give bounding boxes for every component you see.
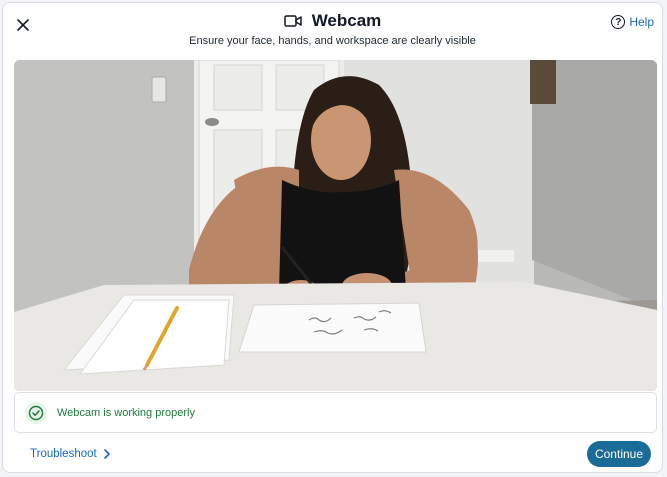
page-subtitle: Ensure your face, hands, and workspace a… [189, 35, 476, 47]
help-button[interactable]: ? Help [611, 15, 654, 29]
check-circle-icon [25, 401, 47, 424]
dialog-header: Webcam [3, 11, 662, 31]
troubleshoot-link[interactable]: Troubleshoot [30, 448, 111, 460]
webcam-feed-image [14, 60, 657, 391]
video-camera-icon [283, 15, 302, 27]
webcam-status-bar: Webcam is working properly [14, 392, 657, 433]
help-label: Help [629, 15, 654, 29]
continue-button[interactable]: Continue [587, 441, 651, 467]
dialog-footer: Troubleshoot Continue [14, 434, 657, 472]
webcam-preview [14, 60, 657, 391]
page-title: Webcam [311, 11, 382, 30]
status-message: Webcam is working properly [57, 406, 195, 419]
chevron-right-icon [103, 449, 110, 459]
troubleshoot-label: Troubleshoot [30, 448, 97, 460]
help-circle-icon: ? [611, 15, 626, 29]
webcam-check-dialog: Webcam Ensure your face, hands, and work… [2, 2, 663, 473]
